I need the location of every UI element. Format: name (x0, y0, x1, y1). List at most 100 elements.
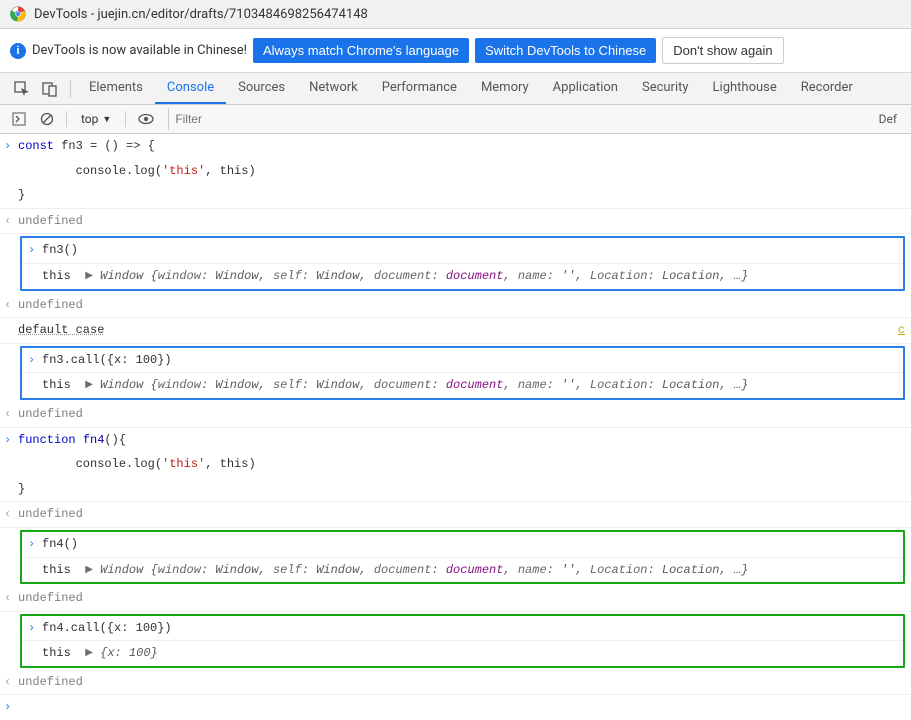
console-input-row: › function fn4(){ (0, 428, 911, 453)
code-line: } (18, 480, 905, 499)
console-result-row: ‹ undefined (0, 586, 911, 612)
highlight-box-green: › fn4() this ▶ Window {window: Window, s… (20, 530, 905, 584)
tab-sources[interactable]: Sources (226, 73, 297, 104)
console-input-row: › fn4.call({x: 100}) (22, 616, 903, 642)
divider (66, 111, 67, 127)
input-marker-icon: › (4, 431, 18, 450)
log-output: this ▶ {x: 100} (42, 644, 897, 663)
info-icon: i (10, 43, 26, 59)
execution-context-label: top (81, 112, 98, 126)
result-undefined: undefined (18, 673, 905, 692)
clear-console-icon[interactable] (36, 110, 58, 128)
result-undefined: undefined (18, 212, 905, 231)
tab-application[interactable]: Application (541, 73, 630, 104)
always-match-language-button[interactable]: Always match Chrome's language (253, 38, 469, 63)
input-marker-icon: › (28, 619, 42, 638)
tab-lighthouse[interactable]: Lighthouse (701, 73, 789, 104)
console-toolbar: top ▼ Def (0, 105, 911, 134)
console-input-row: } (0, 183, 911, 209)
console-input-row: console.log('this', this) (0, 452, 911, 477)
live-expression-icon[interactable] (134, 111, 158, 127)
console-result-row: ‹ undefined (0, 209, 911, 235)
code-line: fn3() (42, 241, 897, 260)
execution-context-selector[interactable]: top ▼ (75, 110, 117, 128)
tab-performance[interactable]: Performance (370, 73, 469, 104)
console-input-row: } (0, 477, 911, 503)
console-result-row: ‹ undefined (0, 502, 911, 528)
infobar-message: DevTools is now available in Chinese! (32, 43, 247, 58)
console-input-row: console.log('this', this) (0, 159, 911, 184)
input-marker-icon: › (4, 137, 18, 156)
chrome-icon (10, 6, 26, 22)
device-toolbar-icon[interactable] (36, 75, 64, 103)
console-log-row[interactable]: this ▶ Window {window: Window, self: Win… (22, 373, 903, 398)
code-line: fn3.call({x: 100}) (42, 351, 897, 370)
console-output: › const fn3 = () => { console.log('this'… (0, 134, 911, 720)
result-undefined: undefined (18, 296, 905, 315)
console-input-row: › fn3.call({x: 100}) (22, 348, 903, 374)
highlight-box-blue: › fn3() this ▶ Window {window: Window, s… (20, 236, 905, 290)
highlight-box-green: › fn4.call({x: 100}) this ▶ {x: 100} (20, 614, 905, 668)
input-marker-icon: › (28, 535, 42, 554)
tab-console[interactable]: Console (155, 73, 226, 104)
chevron-down-icon: ▼ (102, 114, 111, 125)
language-infobar: i DevTools is now available in Chinese! … (0, 29, 911, 73)
expand-triangle-icon: ▶ (85, 563, 93, 579)
output-marker-icon: ‹ (4, 589, 18, 608)
result-undefined: undefined (18, 505, 905, 524)
result-undefined: undefined (18, 405, 905, 424)
tab-network[interactable]: Network (297, 73, 370, 104)
tab-recorder[interactable]: Recorder (789, 73, 865, 104)
toggle-console-sidebar-icon[interactable] (8, 110, 30, 128)
inspect-element-icon[interactable] (8, 75, 36, 103)
console-result-row: ‹ undefined (0, 670, 911, 696)
log-output: this ▶ Window {window: Window, self: Win… (42, 376, 897, 395)
filter-input[interactable] (168, 108, 866, 130)
dont-show-again-button[interactable]: Don't show again (662, 37, 783, 64)
code-line: console.log('this', this) (18, 455, 905, 474)
log-output: default case (18, 321, 898, 340)
switch-devtools-language-button[interactable]: Switch DevTools to Chinese (475, 38, 656, 63)
console-prompt-row[interactable]: › (0, 695, 911, 720)
result-undefined: undefined (18, 589, 905, 608)
output-marker-icon: ‹ (4, 505, 18, 524)
tab-elements[interactable]: Elements (77, 73, 155, 104)
expand-triangle-icon: ▶ (85, 378, 93, 394)
code-line: console.log('this', this) (18, 162, 905, 181)
output-marker-icon: ‹ (4, 405, 18, 424)
source-link[interactable]: c (898, 321, 905, 340)
console-result-row: ‹ undefined (0, 402, 911, 428)
console-input-row: › const fn3 = () => { (0, 134, 911, 159)
window-titlebar: DevTools - juejin.cn/editor/drafts/71034… (0, 0, 911, 29)
log-output: this ▶ Window {window: Window, self: Win… (42, 561, 897, 580)
input-marker-icon: › (4, 698, 18, 717)
input-marker-icon: › (28, 351, 42, 370)
code-line: } (18, 186, 905, 205)
code-line: fn4.call({x: 100}) (42, 619, 897, 638)
divider (70, 80, 71, 98)
input-marker-icon: › (28, 241, 42, 260)
code-line: function fn4(){ (18, 431, 905, 450)
output-marker-icon: ‹ (4, 673, 18, 692)
code-line: const fn3 = () => { (18, 137, 905, 156)
code-line: fn4() (42, 535, 897, 554)
output-marker-icon: ‹ (4, 212, 18, 231)
console-prompt[interactable] (18, 698, 905, 717)
console-input-row: › fn3() (22, 238, 903, 264)
tab-security[interactable]: Security (630, 73, 701, 104)
console-input-row: › fn4() (22, 532, 903, 558)
log-levels-selector[interactable]: Def (873, 110, 903, 128)
devtools-tabbar: Elements Console Sources Network Perform… (0, 73, 911, 105)
console-log-row[interactable]: this ▶ {x: 100} (22, 641, 903, 666)
log-output: this ▶ Window {window: Window, self: Win… (42, 267, 897, 286)
output-marker-icon: ‹ (4, 296, 18, 315)
console-result-row: ‹ undefined (0, 293, 911, 319)
tab-memory[interactable]: Memory (469, 73, 541, 104)
window-title: DevTools - juejin.cn/editor/drafts/71034… (34, 7, 368, 22)
divider (125, 111, 126, 127)
highlight-box-blue: › fn3.call({x: 100}) this ▶ Window {wind… (20, 346, 905, 400)
console-log-row: default case c (0, 318, 911, 344)
console-log-row[interactable]: this ▶ Window {window: Window, self: Win… (22, 264, 903, 289)
console-log-row[interactable]: this ▶ Window {window: Window, self: Win… (22, 558, 903, 583)
expand-triangle-icon: ▶ (85, 269, 93, 285)
